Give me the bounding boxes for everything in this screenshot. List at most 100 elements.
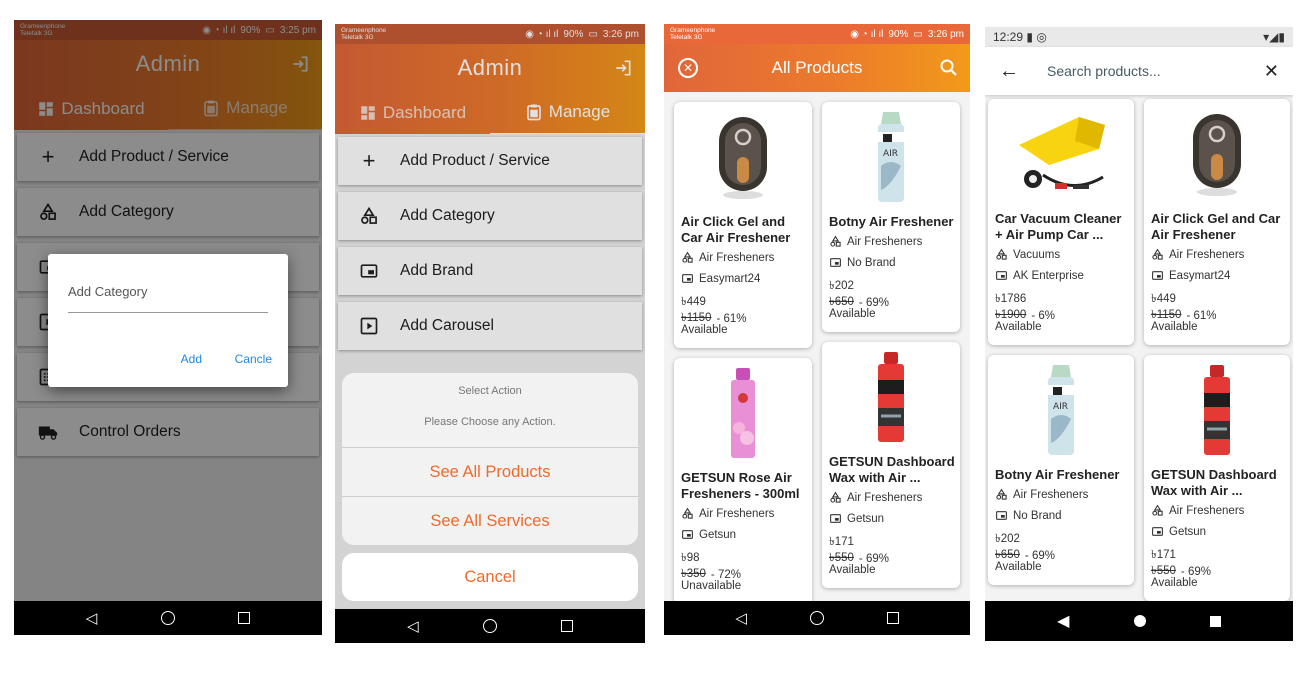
product-category: Air Fresheners (681, 251, 808, 264)
product-brand: Easymart24 (681, 272, 808, 285)
product-card[interactable]: Car Vacuum Cleaner + Air Pump Car ... Vacu… (988, 99, 1134, 345)
product-discount: - 61% (716, 312, 747, 325)
brand-icon (1151, 269, 1164, 282)
battery-icon: ▭ (913, 28, 923, 40)
product-discount: - 69% (1024, 549, 1055, 562)
clock: 3:26 pm (927, 28, 964, 40)
category-icon (681, 251, 694, 264)
product-availability: Available (829, 308, 876, 320)
product-category: Vacuums (995, 248, 1130, 261)
recents-icon[interactable] (238, 612, 251, 624)
screen-admin-dialog: Grameenphone Teletalk 3G ◉ ◔ ıl ıl 90% ▭ 3:2… (14, 20, 322, 635)
back-arrow-icon[interactable]: ← (999, 60, 1019, 83)
clear-icon[interactable]: ✕ (1264, 61, 1279, 82)
android-nav-bar: ◁ (14, 601, 322, 635)
product-category: Air Fresheners (995, 488, 1130, 501)
product-card[interactable]: Air Click Gel and Car Air Freshener Air Fr… (1144, 99, 1290, 345)
product-brand: Easymart24 (1151, 269, 1286, 282)
product-card[interactable]: GETSUN Rose Air Fresheners - 300ml Air Fre… (674, 358, 812, 608)
home-icon[interactable] (160, 611, 175, 625)
status-bar: Grameenphone Teletalk 3G ◉ ◔ ıl ıl 90% ▭ 3:2… (664, 24, 970, 44)
product-image (822, 348, 960, 448)
action-sheet: Select Action Please Choose any Action. … (342, 373, 638, 545)
product-brand: Getsun (681, 528, 808, 541)
product-card[interactable]: AIR Botny Air Freshener Air Fresheners No B… (822, 102, 960, 332)
product-name: Botny Air Freshener (829, 214, 954, 229)
brand-icon (681, 272, 694, 285)
category-icon (1151, 248, 1164, 261)
search-input[interactable]: Search products... (1047, 63, 1161, 79)
product-discount: - 69% (1180, 565, 1211, 578)
product-card[interactable]: AIR Botny Air Freshener Air Fresheners No B… (988, 355, 1134, 585)
product-category: Air Fresheners (681, 507, 808, 520)
product-image: AIR (822, 108, 960, 208)
home-icon[interactable] (809, 611, 824, 625)
product-card[interactable]: Air Click Gel and Car Air Freshener Air Fr… (674, 102, 812, 348)
product-discount: - 72% (710, 568, 741, 581)
action-sheet-cancel-label: Cancel (464, 568, 516, 586)
battery-level: 90% (888, 28, 909, 40)
action-sheet-cancel-button[interactable]: Cancel (342, 553, 638, 601)
product-name: Air Click Gel and Car Air Freshener (1151, 211, 1281, 242)
see-all-products-button[interactable]: See All Products (342, 447, 638, 496)
category-icon (829, 491, 842, 504)
android-nav-bar: ◁ (335, 609, 645, 643)
brand-icon (995, 269, 1008, 282)
category-input[interactable]: Add Category (68, 278, 268, 313)
back-icon[interactable]: ◁ (735, 609, 747, 627)
product-category: Air Fresheners (829, 491, 956, 504)
product-availability: Available (681, 324, 728, 336)
product-discount: - 6% (1031, 309, 1055, 322)
brand-icon (829, 256, 842, 269)
back-icon[interactable]: ◁ (86, 609, 98, 627)
product-name: GETSUN Rose Air Fresheners - 300ml (681, 470, 800, 501)
clock: 12:29 (993, 30, 1024, 44)
dialog-cancel-button[interactable]: Cancle (235, 352, 272, 366)
screen-all-products: Grameenphone Teletalk 3G ◉ ◔ ıl ıl 90% ▭ 3:2… (664, 24, 970, 635)
screen-search-products: 12:29 ▮ ◎ ▾◢▮ ← Search products... ✕ Car… (985, 27, 1293, 641)
product-name: GETSUN Dashboard Wax with Air ... (1151, 467, 1277, 498)
product-image (1144, 361, 1290, 461)
product-image (674, 364, 812, 464)
product-name: GETSUN Dashboard Wax with Air ... (829, 454, 955, 485)
brand-icon (829, 512, 842, 525)
product-brand: No Brand (829, 256, 956, 269)
signal-icons: ▾◢▮ (1263, 30, 1285, 44)
product-brand: Getsun (829, 512, 956, 525)
back-icon[interactable]: ◀ (1057, 611, 1069, 631)
home-icon[interactable] (1133, 615, 1146, 627)
product-availability: Available (1151, 577, 1198, 589)
recents-icon[interactable] (1209, 615, 1221, 627)
product-card[interactable]: GETSUN Dashboard Wax with Air ... Air Fres… (1144, 355, 1290, 601)
search-icon[interactable] (940, 59, 958, 77)
recents-icon[interactable] (560, 620, 573, 632)
product-image (674, 108, 812, 208)
action-sheet-title: Select Action (458, 385, 522, 397)
status-bar: 12:29 ▮ ◎ ▾◢▮ (985, 27, 1293, 47)
category-icon (995, 248, 1008, 261)
carrier-info: Grameenphone Teletalk 3G (670, 27, 716, 41)
product-category: Air Fresheners (829, 235, 956, 248)
see-all-services-button[interactable]: See All Services (342, 496, 638, 545)
back-icon[interactable]: ◁ (407, 617, 419, 635)
dialog-add-button[interactable]: Add (181, 352, 202, 366)
product-image: AIR (988, 361, 1134, 461)
product-availability: Available (1151, 321, 1198, 333)
home-icon[interactable] (482, 619, 497, 633)
product-image (1144, 105, 1290, 205)
product-card[interactable]: GETSUN Dashboard Wax with Air ... Air Fres… (822, 342, 960, 588)
product-brand: AK Enterprise (995, 269, 1130, 282)
product-name: Air Click Gel and Car Air Freshener (681, 214, 791, 245)
android-nav-bar: ◀ (985, 601, 1293, 641)
recents-icon[interactable] (886, 612, 899, 624)
brand-icon (995, 509, 1008, 522)
product-name: Car Vacuum Cleaner + Air Pump Car ... (995, 211, 1122, 242)
product-image (988, 105, 1134, 205)
category-icon (1151, 504, 1164, 517)
product-brand: No Brand (995, 509, 1130, 522)
product-availability: Unavailable (681, 580, 742, 592)
close-icon[interactable]: ✕ (678, 58, 698, 78)
add-category-dialog: Add Category Add Cancle (48, 254, 288, 387)
screen-admin-action-sheet: Grameenphone Teletalk 3G ◉ ◔ ıl ıl 90% ▭ 3:2… (335, 24, 645, 643)
signal-icon: ◉ ◔ ıl ıl (850, 28, 884, 40)
